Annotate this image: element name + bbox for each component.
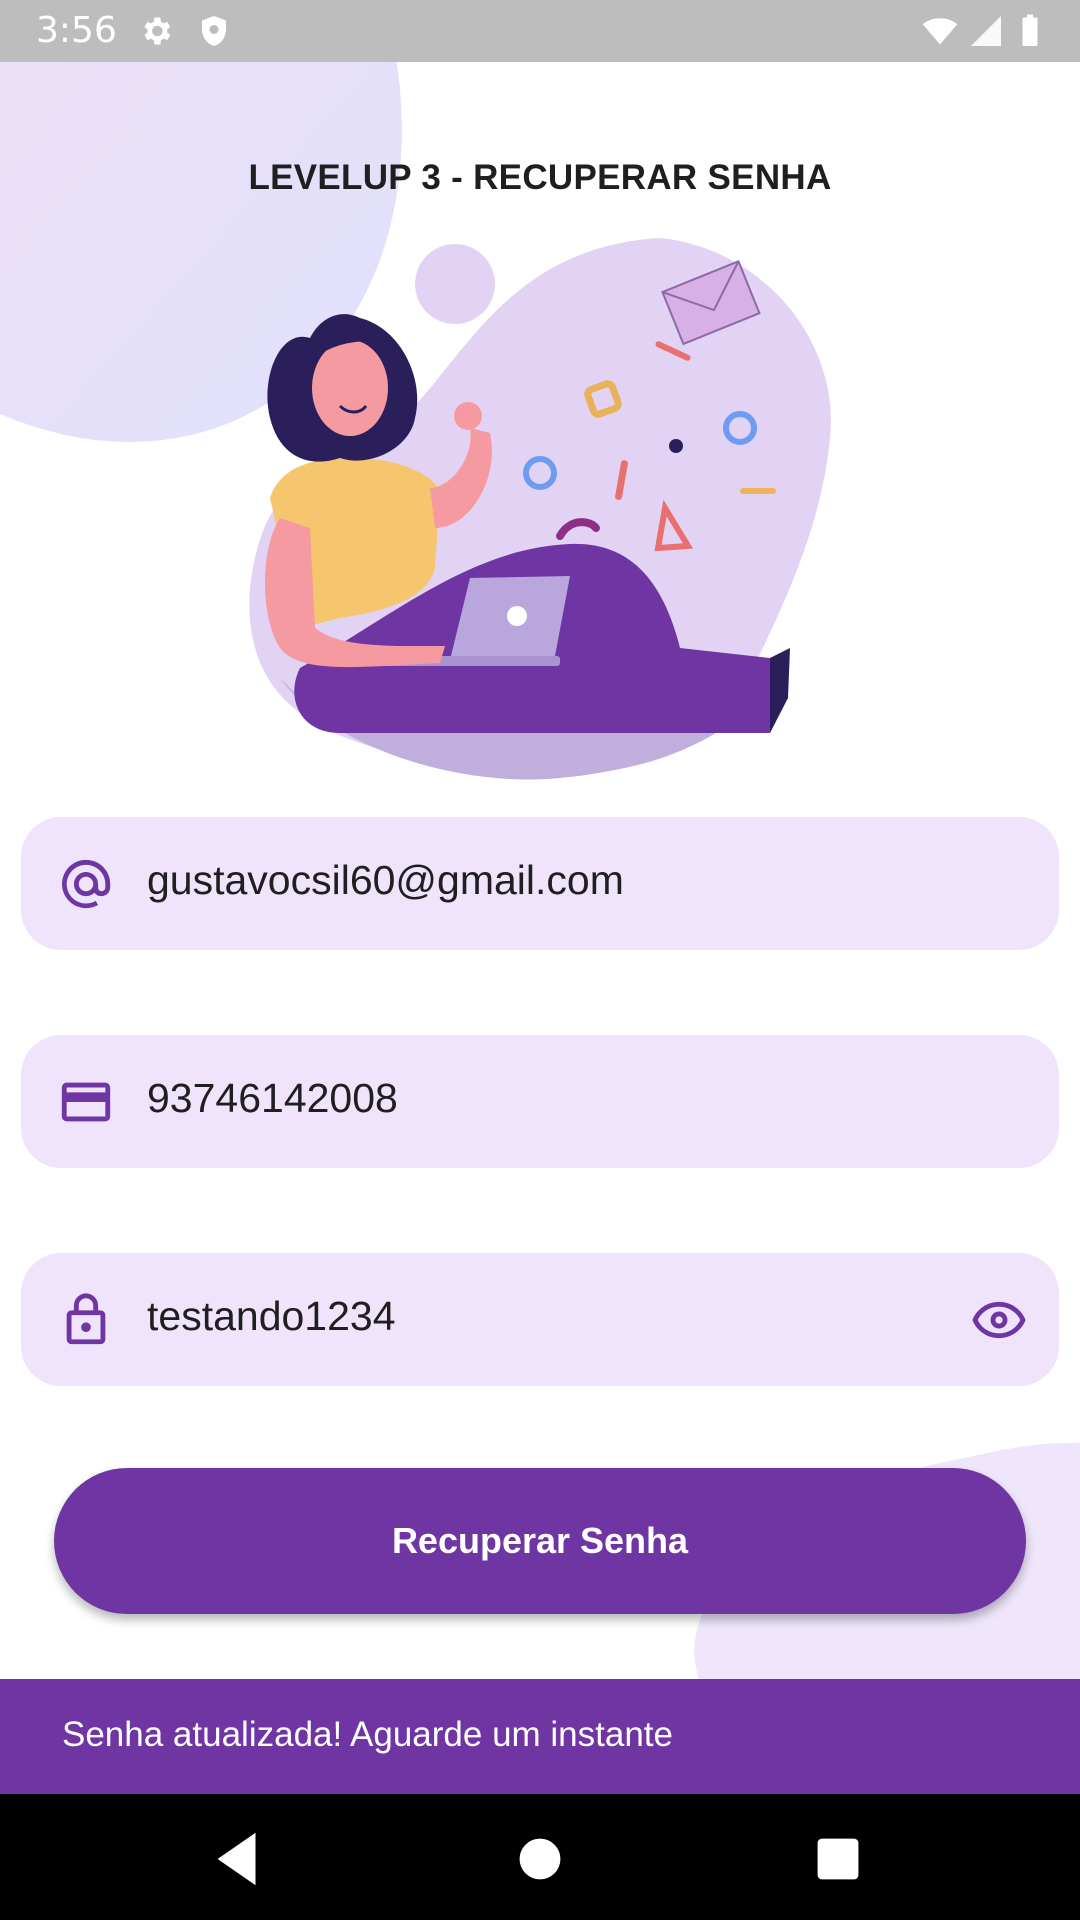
shield-icon [202, 16, 226, 46]
status-bar: 3:56 [0, 0, 1080, 62]
password-field[interactable]: testando1234 [21, 1253, 1059, 1386]
eye-icon[interactable] [969, 1291, 1029, 1349]
back-icon[interactable] [203, 1824, 273, 1894]
recover-password-button[interactable]: Recuperar Senha [54, 1468, 1026, 1614]
cpf-field[interactable]: 93746142008 [21, 1035, 1059, 1168]
at-icon [62, 859, 111, 909]
settings-icon [144, 17, 171, 45]
recents-icon[interactable] [803, 1824, 873, 1894]
signal-icon [971, 16, 1001, 46]
snackbar-message: Senha atualizada! Aguarde um instante [62, 1715, 673, 1754]
email-field[interactable]: gustavocsil60@gmail.com [21, 817, 1059, 950]
email-value: gustavocsil60@gmail.com [147, 857, 624, 903]
wifi-icon [922, 18, 958, 45]
card-icon [61, 1082, 111, 1122]
password-value: testando1234 [147, 1293, 396, 1339]
page-title: LEVELUP 3 - RECUPERAR SENHA [248, 158, 832, 197]
status-time: 3:56 [36, 10, 117, 51]
woman-with-laptop-illustration [249, 238, 831, 780]
home-icon[interactable] [505, 1824, 575, 1894]
navigation-bar [0, 1794, 1080, 1920]
battery-icon [1022, 14, 1038, 46]
lock-icon [66, 1293, 106, 1345]
snackbar: Senha atualizada! Aguarde um instante [0, 1679, 1080, 1794]
cpf-value: 93746142008 [147, 1075, 398, 1121]
